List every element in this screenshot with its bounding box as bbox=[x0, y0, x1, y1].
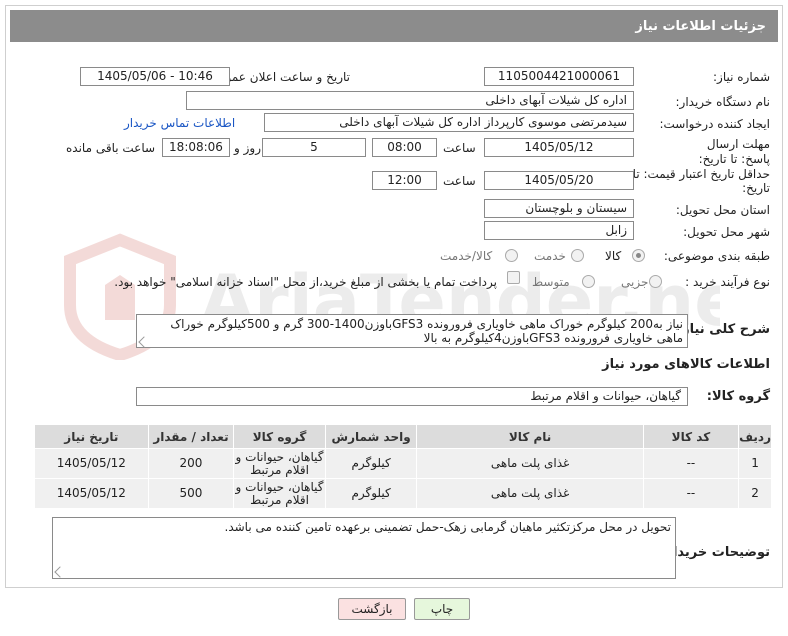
province-field[interactable]: سیستان و بلوچستان bbox=[484, 199, 634, 218]
category-both-label: کالا/خدمت bbox=[440, 249, 493, 263]
cell-unit: کیلوگرم bbox=[324, 448, 418, 479]
price-validity-date-field[interactable]: 1405/05/20 bbox=[484, 171, 634, 190]
back-button[interactable]: بازگشت bbox=[338, 598, 406, 620]
buyer-notes-textarea[interactable]: تحویل در محل مرکزتکثیر ماهیان گرمابی زهک… bbox=[52, 517, 676, 579]
cell-row-number: 1 bbox=[738, 448, 772, 479]
description-textarea[interactable]: نیاز به200 کیلوگرم خوراک ماهی خاویاری فر… bbox=[136, 314, 688, 348]
col-header-date: تاریخ نیاز bbox=[34, 424, 149, 449]
category-both-radio[interactable] bbox=[505, 249, 518, 262]
buyer-org-label: نام دستگاه خریدار: bbox=[675, 95, 771, 109]
cell-unit: کیلوگرم bbox=[324, 478, 418, 509]
print-button[interactable]: چاپ bbox=[414, 598, 470, 620]
col-header-code: کد کالا bbox=[642, 424, 740, 449]
treasury-payment-note: پرداخت تمام یا بخشی از مبلغ خرید،از محل … bbox=[114, 275, 497, 289]
city-label: شهر محل تحویل: bbox=[683, 225, 770, 239]
category-service-radio[interactable] bbox=[571, 249, 584, 262]
category-service-label: خدمت bbox=[534, 249, 566, 263]
deadline-days-label: روز و bbox=[234, 141, 261, 155]
cell-quantity: 500 bbox=[147, 478, 235, 509]
deadline-time-label: ساعت bbox=[443, 141, 476, 155]
goods-section-title: اطلاعات کالاهای مورد نیاز bbox=[602, 357, 770, 372]
buyer-org-field[interactable]: اداره کل شیلات آبهای داخلی bbox=[186, 91, 634, 110]
process-label: نوع فرآیند خرید : bbox=[685, 275, 770, 289]
deadline-days-field[interactable]: 5 bbox=[262, 138, 366, 157]
items-table: ردیف کد کالا نام کالا واحد شمارش گروه کا… bbox=[34, 424, 772, 509]
city-field[interactable]: زابل bbox=[484, 221, 634, 240]
cell-code: -- bbox=[642, 448, 740, 479]
cell-row-number: 2 bbox=[738, 478, 772, 509]
cell-group: گیاهان، حیوانات و اقلام مرتبط bbox=[233, 448, 326, 479]
treasury-payment-checkbox[interactable] bbox=[507, 271, 520, 284]
cell-code: -- bbox=[642, 478, 740, 509]
col-header-group: گروه کالا bbox=[233, 424, 326, 449]
cell-date: 1405/05/12 bbox=[34, 478, 149, 509]
table-row[interactable]: 1 -- غذای پلت ماهی کیلوگرم گیاهان، حیوان… bbox=[34, 448, 772, 479]
price-validity-label: حداقل تاریخ اعتبار قیمت: تا تاریخ: bbox=[632, 167, 770, 195]
announce-date-field[interactable]: 1405/05/06 - 10:46 bbox=[80, 67, 230, 86]
need-number-label: شماره نیاز: bbox=[713, 70, 770, 84]
col-header-quantity: تعداد / مقدار bbox=[147, 424, 235, 449]
need-number-field[interactable]: 1105004421000061 bbox=[484, 67, 634, 86]
goods-group-field[interactable]: گیاهان، حیوانات و اقلام مرتبط bbox=[136, 387, 688, 406]
table-header-row: ردیف کد کالا نام کالا واحد شمارش گروه کا… bbox=[34, 424, 772, 449]
process-medium-label: متوسط bbox=[532, 275, 570, 289]
process-medium-radio[interactable] bbox=[582, 275, 595, 288]
buyer-notes-label: توضیحات خریدار: bbox=[660, 545, 770, 560]
description-label: شرح کلی نیاز: bbox=[676, 322, 770, 337]
deadline-time-field[interactable]: 08:00 bbox=[372, 138, 437, 157]
price-validity-time-label: ساعت bbox=[443, 174, 476, 188]
cell-quantity: 200 bbox=[147, 448, 235, 479]
price-validity-time-field[interactable]: 12:00 bbox=[372, 171, 437, 190]
category-label: طبقه بندی موضوعی: bbox=[663, 249, 770, 263]
requester-label: ایجاد کننده درخواست: bbox=[659, 117, 770, 131]
process-minor-label: جزیی bbox=[621, 275, 649, 289]
requester-field[interactable]: سیدمرتضی موسوی کارپرداز اداره کل شیلات آ… bbox=[264, 113, 634, 132]
buyer-contact-link[interactable]: اطلاعات تماس خریدار bbox=[124, 116, 235, 130]
cell-date: 1405/05/12 bbox=[34, 448, 149, 479]
process-minor-radio[interactable] bbox=[649, 275, 662, 288]
remaining-time-label: ساعت باقی مانده bbox=[66, 141, 156, 155]
deadline-date-field[interactable]: 1405/05/12 bbox=[484, 138, 634, 157]
category-goods-label: کالا bbox=[605, 249, 622, 263]
province-label: استان محل تحویل: bbox=[675, 203, 770, 217]
col-header-unit: واحد شمارش bbox=[324, 424, 418, 449]
remaining-time-field[interactable]: 18:08:06 bbox=[162, 138, 230, 157]
page-title: جزئیات اطلاعات نیاز bbox=[10, 10, 778, 42]
table-row[interactable]: 2 -- غذای پلت ماهی کیلوگرم گیاهان، حیوان… bbox=[34, 478, 772, 509]
category-goods-radio[interactable] bbox=[632, 249, 645, 262]
deadline-label: مهلت ارسال پاسخ: تا تاریخ: bbox=[698, 137, 770, 166]
cell-name: غذای پلت ماهی bbox=[416, 478, 644, 509]
col-header-row-number: ردیف bbox=[738, 424, 772, 449]
cell-group: گیاهان، حیوانات و اقلام مرتبط bbox=[233, 478, 326, 509]
goods-group-label: گروه کالا: bbox=[706, 389, 770, 404]
col-header-name: نام کالا bbox=[416, 424, 644, 449]
cell-name: غذای پلت ماهی bbox=[416, 448, 644, 479]
